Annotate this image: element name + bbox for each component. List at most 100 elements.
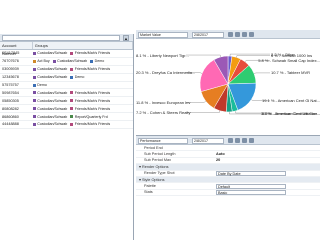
pie-leader-line	[186, 110, 220, 113]
group-label: Custodian/Schwab	[37, 90, 68, 95]
calendar-icon[interactable]	[228, 138, 233, 143]
groups-cell: Custodian/Schwab Friends/Mah's Friends	[32, 106, 133, 111]
group-label: Friends/Mah's Friends	[74, 122, 111, 127]
account-number-cell: 12345678	[2, 75, 19, 80]
table-row[interactable]: 05850305 Custodian/Schwab Friends/Mah's Fr…	[0, 97, 133, 106]
property-name: ▾ Style Options	[139, 178, 165, 183]
properties-grid: Period End Sub Period Length Auto Sub Perio…	[136, 145, 320, 197]
group-color-swatch	[70, 107, 74, 111]
group-color-swatch	[32, 115, 36, 119]
property-value-select[interactable]: Basic	[216, 189, 286, 195]
pie-leader-line	[253, 72, 270, 74]
group-color-swatch	[32, 83, 36, 87]
pie-slice-label: 19.1 % - American Cent Gl Nat...	[261, 98, 320, 104]
property-name: Palette	[144, 184, 156, 189]
groups-cell: Custodian/Schwab Demo	[32, 75, 133, 80]
group-label: Custodian/Schwab	[37, 67, 68, 72]
group-label: Custodian/Schwab	[37, 114, 68, 119]
accounts-pane: ▲ Account Number Groups 0S417845 Custodia…	[0, 34, 134, 240]
account-number-cell: 57575757	[2, 83, 19, 87]
groups-cell: Custodian/Schwab Friends/Mah's Friends	[32, 51, 133, 56]
group-label: Custodian/Schwab	[37, 122, 68, 127]
accounts-filter-input[interactable]	[2, 35, 120, 41]
settings-icon[interactable]	[242, 138, 247, 143]
account-number-cell: 0S417845	[2, 51, 20, 56]
pie-slice-label: 3.3 % - American Cent Ultra Inv...	[260, 111, 320, 117]
property-name: Stats	[144, 190, 153, 195]
group-color-swatch	[90, 59, 94, 63]
group-label: Demo	[74, 75, 85, 80]
group-color-swatch	[32, 107, 36, 111]
pie-slice-label: 7.2 % - Cohen & Steers Realty	[136, 110, 191, 116]
table-row[interactable]: 03005939 Custodian/Schwab Friends/Mah's Fr…	[0, 66, 133, 74]
pie-slice-label: 10.7 % - Tableer MVR	[271, 70, 311, 76]
group-color-swatch	[70, 91, 74, 95]
groups-cell: Custodian/Schwab Friends/Mah's Friends	[32, 67, 133, 72]
performance-date-select[interactable]: 2/8/2017	[192, 137, 224, 144]
group-label: Custodian/Schwab	[57, 59, 88, 64]
pie-slice-label: 5.8 % - Schwab Small Cap Index...	[258, 57, 320, 63]
group-label: Custodian/Schwab	[37, 51, 68, 56]
property-row[interactable]: Stats Basic	[136, 189, 320, 197]
property-value[interactable]: Basic	[216, 189, 320, 195]
property-value-select[interactable]: Default	[216, 183, 286, 189]
market-value-panel: Market Value 2/8/2017 2.2 % - Other 5 % -…	[136, 30, 320, 134]
table-row[interactable]: 12345678 Custodian/Schwab Demo	[0, 74, 133, 82]
property-value[interactable]: Default	[216, 183, 320, 189]
header-groups[interactable]: Groups	[33, 42, 133, 49]
header-account-number[interactable]: Account Number	[0, 42, 33, 56]
view-select[interactable]: Market Value	[138, 31, 188, 38]
table-row[interactable]: 44448888 Custodian/Schwab Friends/Mah's Fr…	[0, 121, 133, 129]
pie-leader-line	[186, 54, 221, 58]
property-value-select[interactable]: Date By Date	[216, 170, 286, 176]
group-color-swatch	[32, 75, 36, 79]
groups-cell: Custodian/Schwab Friends/Mah's Friends	[32, 122, 133, 127]
table-row[interactable]: 57575757 Demo	[0, 82, 133, 90]
group-color-swatch	[32, 91, 36, 95]
pie-slice-label: 11.8 % - Invesco European Inv	[136, 99, 191, 105]
export-icon[interactable]	[249, 32, 254, 37]
group-label: Custodian/Schwab	[37, 98, 68, 103]
group-color-swatch	[70, 122, 74, 126]
groups-cell: Custodian/Schwab Friends/Mah's Friends	[32, 98, 133, 103]
settings-icon[interactable]	[242, 32, 247, 37]
property-name: Period End	[144, 145, 163, 150]
table-row[interactable]: 50987654 Custodian/Schwab Friends/Mah's Fr…	[0, 89, 133, 98]
export-icon[interactable]	[249, 138, 254, 143]
property-name: ▾ Render Options	[139, 165, 169, 170]
table-row[interactable]: 86860860 Custodian/Schwab Report/Quarterly…	[0, 113, 133, 122]
group-color-swatch	[52, 59, 56, 63]
scroll-up-icon[interactable]: ▲	[123, 35, 129, 41]
groups-cell: Demo	[32, 83, 133, 87]
window-top-area	[0, 0, 320, 34]
chart-type-icon[interactable]	[235, 138, 240, 143]
performance-toolbar: Performance 2/8/2017	[136, 136, 320, 145]
property-value: 20	[216, 158, 221, 163]
accounts-grid-body: 0S417845 Custodian/Schwab Friends/Mah's Fr…	[0, 50, 133, 129]
account-number-cell: 05850305	[2, 98, 19, 103]
property-name: Render Type Shot	[144, 171, 175, 176]
account-number-cell: 86860860	[2, 114, 19, 119]
groups-cell: Custodian/Schwab Report/Quarterly Frd	[32, 114, 133, 119]
groups-cell: Act Buy Custodian/Schwab Demo	[32, 59, 133, 64]
account-number-cell: 44448888	[2, 122, 19, 127]
group-label: Friends/Mah's Friends	[74, 51, 111, 56]
pie-chart: 2.2 % - Other 5 % - Schwab 1000 Ins 5.8 % …	[136, 39, 320, 134]
chart-toolbar: Market Value 2/8/2017	[136, 30, 320, 39]
performance-view-select[interactable]: Performance	[138, 137, 188, 144]
table-row[interactable]: 80808282 Custodian/Schwab Friends/Mah's Fr…	[0, 105, 133, 114]
account-number-cell: 80808282	[2, 106, 19, 111]
property-value: Auto	[216, 152, 225, 157]
group-color-swatch	[70, 51, 74, 55]
group-color-swatch	[32, 122, 36, 126]
account-number-cell: 50987654	[2, 90, 19, 95]
chart-type-icon[interactable]	[235, 32, 240, 37]
pie-leader-line	[229, 53, 270, 57]
group-label: Friends/Mah's Friends	[74, 106, 111, 111]
table-row[interactable]: 76707676 Act Buy Custodian/Schwab Demo	[0, 58, 133, 66]
accounts-grid-header: Account Number Groups	[0, 42, 133, 56]
date-select[interactable]: 2/8/2017	[192, 31, 224, 38]
property-value[interactable]: Date By Date	[216, 170, 320, 176]
table-row[interactable]: 0S417845 Custodian/Schwab Friends/Mah's Fr…	[0, 50, 133, 58]
calendar-icon[interactable]	[228, 32, 233, 37]
